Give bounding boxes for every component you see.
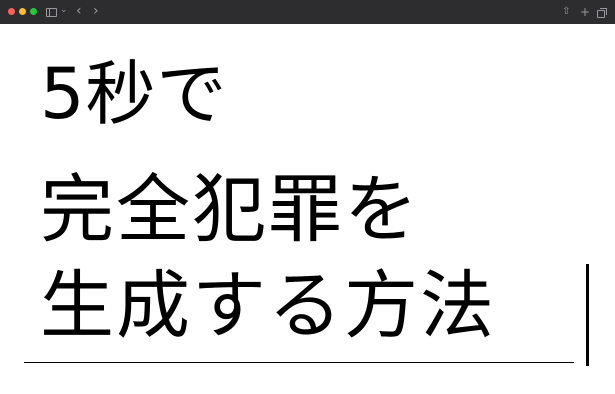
share-icon[interactable]: ⇧ <box>562 0 570 24</box>
headline-line-1: 5秒で <box>40 53 228 135</box>
back-arrow-icon[interactable]: ‹ <box>76 0 82 23</box>
forward-arrow-icon[interactable]: › <box>93 0 99 23</box>
minimize-window-button[interactable] <box>19 8 26 15</box>
page-content: 5秒で 完全犯罪を 生成する方法 <box>0 24 615 394</box>
sidebar-toggle-icon[interactable] <box>46 8 57 17</box>
browser-window: ⌄ ‹ › ⇧ + 5秒で 完全犯罪を 生成する方法 <box>0 0 615 394</box>
chevron-down-icon[interactable]: ⌄ <box>60 0 68 22</box>
underline-rule <box>24 362 574 363</box>
zoom-window-button[interactable] <box>30 8 37 15</box>
title-bar: ⌄ ‹ › ⇧ + <box>0 0 615 24</box>
headline-line-2: 完全犯罪を <box>40 167 420 253</box>
headline-line-3: 生成する方法 <box>40 263 496 349</box>
new-tab-icon[interactable]: + <box>580 0 590 24</box>
close-window-button[interactable] <box>8 8 15 15</box>
tab-overview-icon[interactable] <box>597 8 607 18</box>
text-cursor <box>586 264 589 366</box>
